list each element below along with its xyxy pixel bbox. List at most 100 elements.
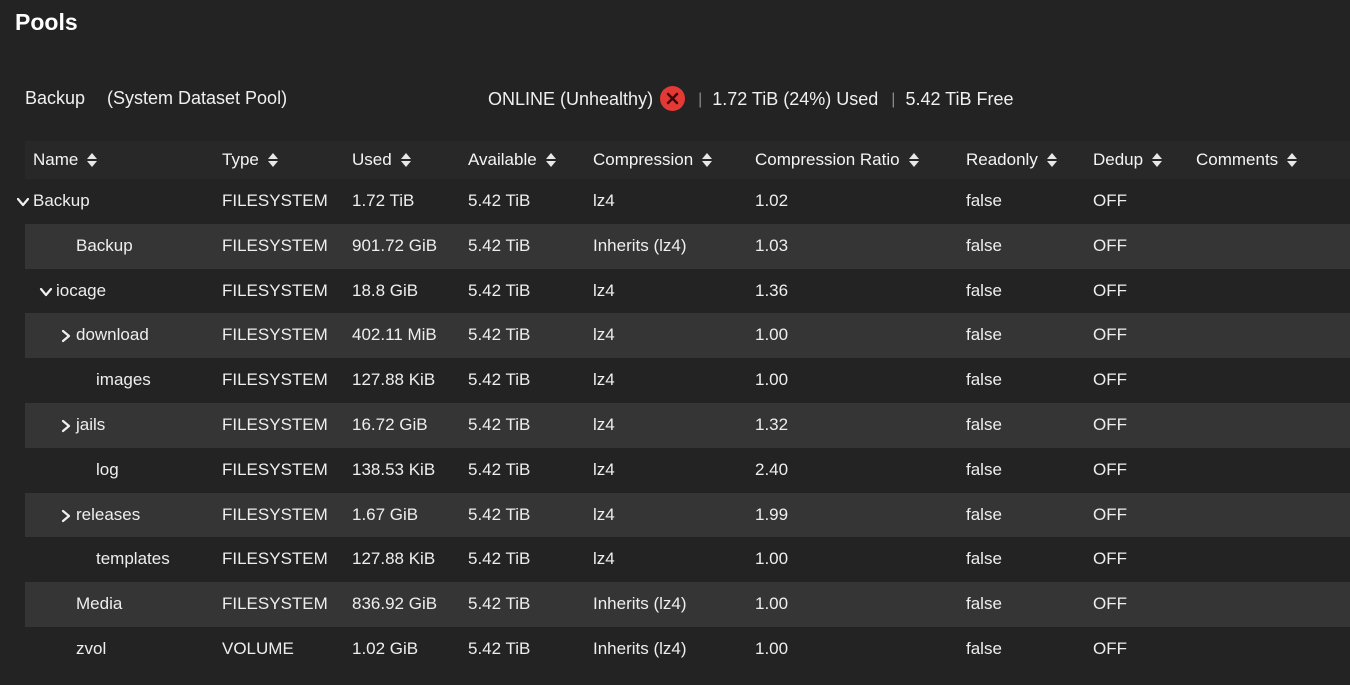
header-type[interactable]: Type: [222, 150, 279, 170]
dataset-dedup: OFF: [1093, 638, 1127, 658]
dataset-name-cell: Backup: [76, 236, 133, 256]
chevron-down-icon[interactable]: [16, 194, 30, 208]
pool-name: Backup: [25, 88, 86, 108]
dataset-dedup: OFF: [1093, 280, 1127, 300]
dataset-type: VOLUME: [222, 638, 294, 658]
header-readonly[interactable]: Readonly: [966, 150, 1058, 170]
table-row[interactable]: releases FILESYSTEM 1.67 GiB 5.42 TiB lz4 1.9…: [25, 492, 1350, 538]
dataset-used: 901.72 GiB: [352, 235, 438, 255]
dataset-name-cell: jails: [59, 415, 105, 435]
pool-free: 5.42 TiB Free: [905, 89, 1014, 109]
dataset-name: log: [96, 459, 119, 479]
error-circle-icon[interactable]: [660, 86, 686, 111]
table-row[interactable]: Backup FILESYSTEM 1.72 TiB 5.42 TiB lz4 1.02 f…: [16, 179, 1350, 224]
header-compression[interactable]: Compression: [593, 150, 713, 170]
header-compression-ratio-label: Compression Ratio: [755, 150, 900, 169]
dataset-readonly: false: [966, 235, 1002, 255]
dataset-dedup: OFF: [1093, 235, 1127, 255]
dataset-compression-ratio: 1.02: [755, 191, 789, 210]
header-comments-label: Comments: [1196, 150, 1279, 169]
sort-icon: [86, 152, 98, 168]
dataset-name: images: [96, 370, 151, 390]
header-available[interactable]: Available: [468, 150, 557, 170]
chevron-down-icon[interactable]: [39, 284, 53, 298]
dataset-compression-ratio: 1.32: [755, 414, 789, 434]
dataset-readonly: false: [966, 638, 1002, 658]
header-name-label: Name: [33, 150, 79, 169]
table-row[interactable]: iocage FILESYSTEM 18.8 GiB 5.42 TiB lz4 1.36 f…: [25, 269, 1350, 314]
dataset-name-cell: releases: [59, 505, 140, 525]
dataset-available: 5.42 TiB: [468, 638, 531, 658]
dataset-used: 1.72 TiB: [352, 191, 415, 210]
table-row[interactable]: Media FILESYSTEM 836.92 GiB 5.42 TiB Inherit…: [25, 582, 1350, 627]
dataset-name-cell: images: [96, 370, 151, 390]
dataset-name: download: [76, 325, 149, 345]
dataset-available: 5.42 TiB: [468, 191, 531, 210]
pool-used: 1.72 TiB (24%) Used: [712, 89, 879, 109]
dataset-readonly: false: [966, 370, 1002, 390]
dataset-type: FILESYSTEM: [222, 414, 328, 434]
dataset-dedup: OFF: [1093, 549, 1127, 569]
header-dedup[interactable]: Dedup: [1093, 150, 1163, 170]
dataset-used: 1.02 GiB: [352, 638, 419, 658]
dataset-used: 402.11 MiB: [352, 325, 437, 345]
pool-subtitle: (System Dataset Pool): [107, 88, 288, 108]
dataset-readonly: false: [966, 549, 1002, 569]
dataset-name-cell: templates: [96, 549, 170, 569]
dataset-available: 5.42 TiB: [468, 235, 531, 255]
header-available-label: Available: [468, 150, 537, 169]
table-row[interactable]: Backup FILESYSTEM 901.72 GiB 5.42 TiB Inheri…: [25, 223, 1350, 269]
sort-icon: [1046, 152, 1058, 168]
dataset-available: 5.42 TiB: [468, 414, 531, 434]
dataset-compression-ratio: 1.03: [755, 235, 789, 255]
dataset-compression-ratio: 1.36: [755, 280, 789, 300]
header-comments[interactable]: Comments: [1196, 150, 1298, 170]
dataset-readonly: false: [966, 191, 1002, 210]
header-used[interactable]: Used: [352, 150, 412, 170]
dataset-compression-ratio: 1.00: [755, 594, 789, 614]
header-dedup-label: Dedup: [1093, 150, 1144, 169]
dataset-type: FILESYSTEM: [222, 370, 328, 390]
dataset-type: FILESYSTEM: [222, 280, 328, 300]
dataset-readonly: false: [966, 414, 1002, 434]
dataset-readonly: false: [966, 594, 1002, 614]
dataset-name-cell: Backup: [16, 191, 90, 211]
dataset-available: 5.42 TiB: [468, 370, 531, 390]
chevron-right-icon[interactable]: [59, 328, 73, 343]
table-header: Name Type Used Available Compression Com…: [25, 141, 1350, 179]
dataset-used: 836.92 GiB: [352, 594, 438, 614]
header-type-label: Type: [222, 150, 259, 169]
dataset-compression-ratio: 1.00: [755, 549, 789, 569]
dataset-available: 5.42 TiB: [468, 549, 531, 569]
dataset-dedup: OFF: [1093, 594, 1127, 614]
dataset-available: 5.42 TiB: [468, 504, 531, 524]
table-row[interactable]: download FILESYSTEM 402.11 MiB 5.42 TiB lz4 1…: [25, 313, 1350, 359]
header-readonly-label: Readonly: [966, 150, 1038, 169]
dataset-compression: lz4: [593, 549, 615, 569]
chevron-right-icon[interactable]: [59, 508, 73, 522]
table-row[interactable]: zvol VOLUME 1.02 GiB 5.42 TiB Inherits (lz4)…: [25, 627, 1350, 672]
dataset-name: Media: [76, 594, 123, 614]
table-row[interactable]: log FILESYSTEM 138.53 KiB 5.42 TiB lz4 2.40 fa…: [25, 448, 1350, 493]
dataset-available: 5.42 TiB: [468, 459, 531, 479]
dataset-compression-ratio: 1.00: [755, 325, 789, 345]
separator: |: [698, 90, 703, 108]
dataset-used: 127.88 KiB: [352, 370, 436, 390]
pool-status-text: ONLINE (Unhealthy): [488, 89, 654, 109]
header-name[interactable]: Name: [33, 150, 98, 170]
dataset-type: FILESYSTEM: [222, 235, 328, 255]
chevron-right-icon[interactable]: [59, 418, 73, 433]
dataset-used: 16.72 GiB: [352, 414, 428, 434]
dataset-compression: lz4: [593, 504, 615, 524]
dataset-name: Backup: [33, 191, 90, 210]
header-compression-ratio[interactable]: Compression Ratio: [755, 150, 920, 170]
pool-status: ONLINE (Unhealthy) | 1.72 TiB (24%) Used…: [488, 86, 1014, 111]
dataset-compression: Inherits (lz4): [593, 235, 687, 255]
table-row[interactable]: templates FILESYSTEM 127.88 KiB 5.42 TiB lz4…: [25, 537, 1350, 582]
sort-icon: [908, 152, 920, 168]
dataset-used: 127.88 KiB: [352, 549, 436, 569]
table-row[interactable]: images FILESYSTEM 127.88 KiB 5.42 TiB lz4 1.0…: [25, 358, 1350, 403]
dataset-compression-ratio: 1.00: [755, 370, 789, 390]
table-row[interactable]: jails FILESYSTEM 16.72 GiB 5.42 TiB lz4 1.32 f…: [25, 402, 1350, 448]
page-title: Pools: [15, 9, 78, 35]
